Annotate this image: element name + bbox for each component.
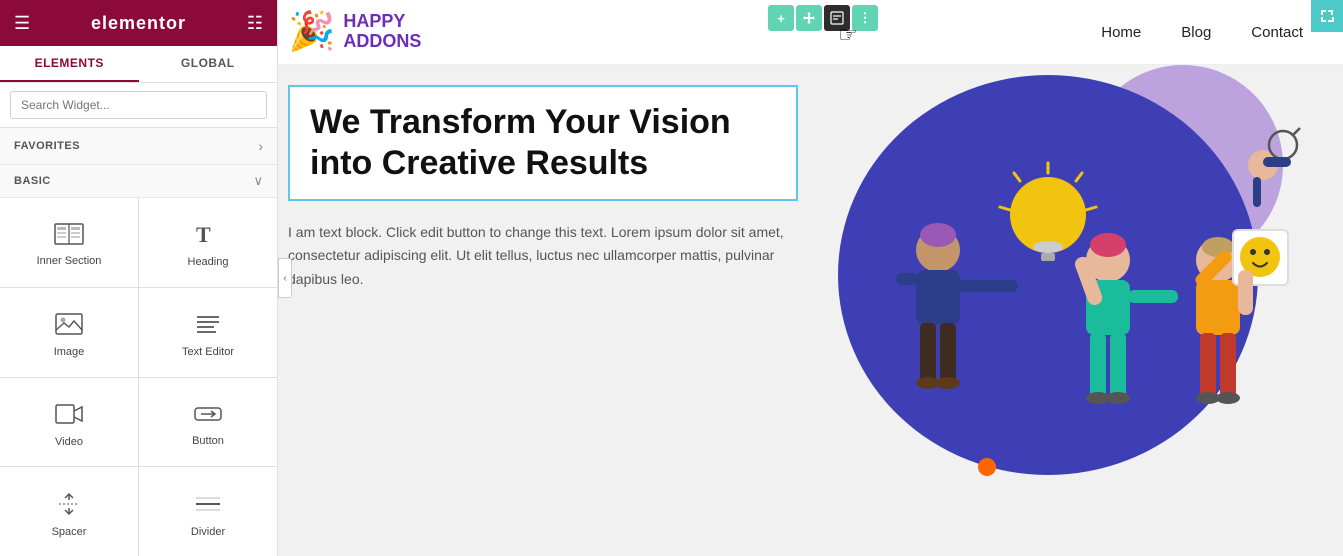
- widget-button[interactable]: Button: [139, 378, 277, 467]
- widget-text-editor[interactable]: Text Editor: [139, 288, 277, 377]
- video-icon: [55, 402, 83, 430]
- nav-contact[interactable]: Contact: [1251, 24, 1303, 41]
- basic-label: BASIC: [14, 175, 51, 187]
- logo-addons: ADDONS: [343, 32, 421, 52]
- spacer-icon: [55, 492, 83, 520]
- inner-section-icon: [54, 223, 84, 249]
- basic-section[interactable]: BASIC ∨: [0, 165, 277, 198]
- preview-right-column: [818, 65, 1343, 556]
- image-icon: [55, 312, 83, 340]
- left-panel: ☰ elementor ☷ ELEMENTS GLOBAL FAVORITES …: [0, 0, 278, 556]
- heading-icon: T: [194, 222, 222, 250]
- tab-elements[interactable]: ELEMENTS: [0, 46, 139, 82]
- logo-area: 🎉 HAPPY ADDONS: [288, 10, 421, 54]
- widget-spacer[interactable]: Spacer: [0, 467, 138, 556]
- widget-inner-section[interactable]: Inner Section: [0, 198, 138, 287]
- widget-inner-section-label: Inner Section: [37, 255, 102, 267]
- widget-spacer-label: Spacer: [52, 526, 87, 538]
- widget-divider[interactable]: Divider: [139, 467, 277, 556]
- move-element-button[interactable]: [796, 5, 822, 31]
- button-icon: [193, 403, 223, 429]
- panel-header: ☰ elementor ☷: [0, 0, 277, 46]
- nav-home[interactable]: Home: [1101, 24, 1141, 41]
- panel-collapse-handle[interactable]: ‹: [278, 258, 292, 298]
- logo-emoji: 🎉: [288, 10, 335, 54]
- preview-body: We Transform Your Vision into Creative R…: [278, 65, 1343, 556]
- nav-blog[interactable]: Blog: [1181, 24, 1211, 41]
- text-editor-icon: [194, 312, 222, 340]
- edit-element-button[interactable]: [824, 5, 850, 31]
- heading-box[interactable]: We Transform Your Vision into Creative R…: [288, 85, 798, 201]
- people-illustration: [848, 85, 1308, 515]
- widget-button-label: Button: [192, 435, 224, 447]
- more-options-button[interactable]: ⋮: [852, 5, 878, 31]
- elementor-logo: elementor: [91, 13, 186, 34]
- widget-image-label: Image: [54, 346, 85, 358]
- search-input[interactable]: [10, 91, 267, 119]
- preview-left-column: We Transform Your Vision into Creative R…: [278, 65, 818, 556]
- hamburger-icon[interactable]: ☰: [14, 13, 30, 34]
- widget-divider-label: Divider: [191, 526, 225, 538]
- search-row: [0, 83, 277, 128]
- logo-happy: HAPPY: [343, 12, 421, 32]
- logo-text: HAPPY ADDONS: [343, 12, 421, 52]
- tab-global[interactable]: GLOBAL: [139, 46, 278, 82]
- favorites-label: FAVORITES: [14, 140, 80, 152]
- teal-corner-button[interactable]: [1311, 0, 1343, 32]
- elementor-floating-toolbar: + ⋮: [768, 5, 878, 31]
- favorites-section[interactable]: FAVORITES ›: [0, 128, 277, 165]
- widget-text-editor-label: Text Editor: [182, 346, 234, 358]
- nav-links: Home Blog Contact: [1101, 24, 1303, 41]
- widget-video-label: Video: [55, 436, 83, 448]
- widget-heading-label: Heading: [188, 256, 229, 268]
- widget-heading[interactable]: T Heading: [139, 198, 277, 287]
- body-text: I am text block. Click edit button to ch…: [288, 221, 798, 292]
- widget-video[interactable]: Video: [0, 378, 138, 467]
- widget-image[interactable]: Image: [0, 288, 138, 377]
- heading-text: We Transform Your Vision into Creative R…: [310, 102, 776, 184]
- chevron-right-icon: ›: [258, 138, 263, 154]
- main-preview: + ⋮ ☞ 🎉 HAPPY ADDONS Home Blog: [278, 0, 1343, 556]
- chevron-down-icon: ∨: [253, 173, 263, 189]
- svg-text:T: T: [196, 222, 211, 246]
- add-element-button[interactable]: +: [768, 5, 794, 31]
- divider-icon: [194, 492, 222, 520]
- tabs-row: ELEMENTS GLOBAL: [0, 46, 277, 83]
- widgets-grid: Inner Section T Heading Image: [0, 198, 277, 556]
- grid-icon[interactable]: ☷: [247, 13, 263, 34]
